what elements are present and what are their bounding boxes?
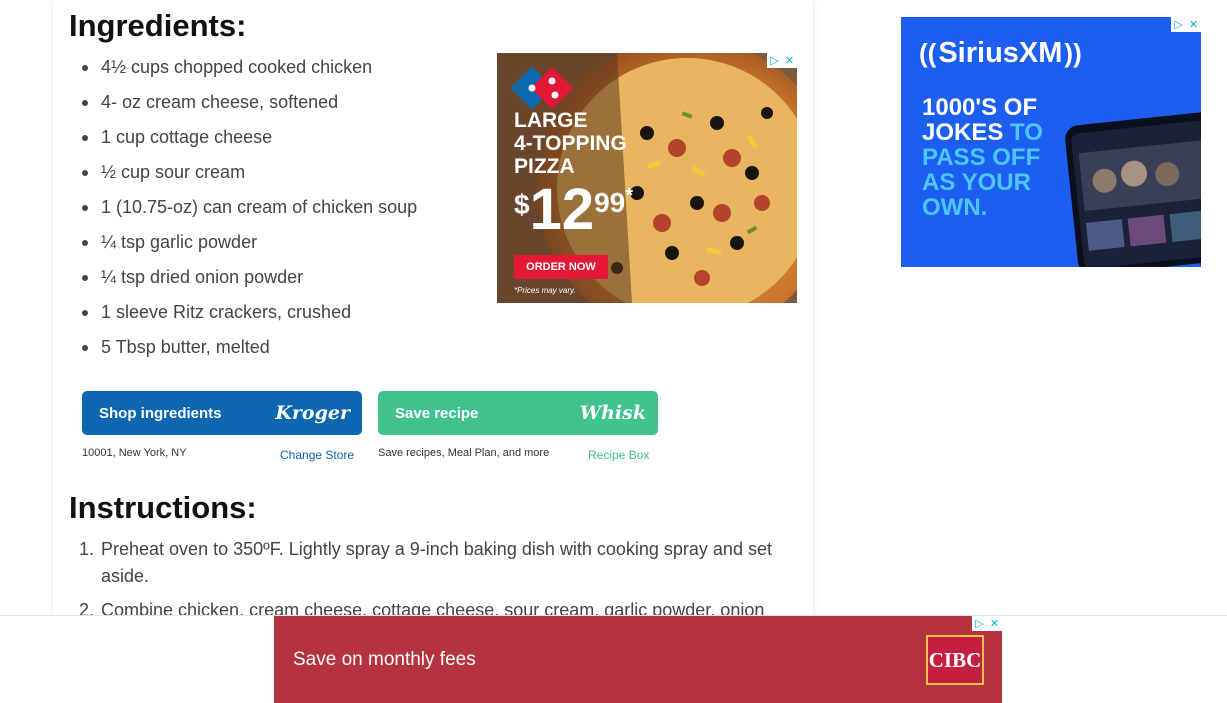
ad-choices-badge[interactable]: ▷ ✕ xyxy=(767,53,797,68)
change-store-link[interactable]: Change Store xyxy=(280,448,354,462)
price-dollar: $ xyxy=(514,189,530,220)
step-number: 1. xyxy=(79,539,95,559)
price-cents: 99 xyxy=(594,187,626,218)
shop-ingredients-button[interactable]: Shop ingredients Kroger xyxy=(82,391,362,435)
save-recipe-button[interactable]: Save recipe Whisk xyxy=(378,391,658,435)
ad-choices-icon[interactable]: ▷ xyxy=(767,53,782,68)
cibc-ad-text: Save on monthly fees xyxy=(293,649,476,670)
ad-choices-badge[interactable]: ▷ ✕ xyxy=(1171,17,1201,32)
pizza-ad[interactable]: LARGE 4-TOPPING PIZZA $ 12 99 * ORDER NO… xyxy=(497,53,797,303)
kroger-logo: Kroger xyxy=(275,402,350,424)
signal-right-icon: )) xyxy=(1064,38,1082,68)
pizza-line-2: 4-TOPPING xyxy=(514,132,627,155)
ingredient-item: ¼ tsp garlic powder xyxy=(82,225,481,260)
pizza-line-3: PIZZA xyxy=(514,155,575,178)
sirius-line-5: OWN. xyxy=(922,194,988,221)
shop-ingredients-label: Shop ingredients xyxy=(99,404,222,422)
ingredient-item: ¼ tsp dried onion powder xyxy=(82,260,481,295)
sirius-line-3: PASS OFF xyxy=(922,144,1041,171)
ingredient-item: 4- oz cream cheese, softened xyxy=(82,85,481,120)
step-text: Preheat oven to 350ºF. Lightly spray a 9… xyxy=(101,539,772,586)
recipe-card: Ingredients: 4½ cups chopped cooked chic… xyxy=(53,0,813,703)
pizza-fine-print: *Prices may vary. xyxy=(514,286,576,295)
price-main: 12 xyxy=(529,177,595,242)
ad-choices-icon[interactable]: ▷ xyxy=(972,616,987,631)
instructions-heading: Instructions: xyxy=(69,490,257,525)
pizza-price: $ 12 99 * xyxy=(514,181,633,239)
order-now-button[interactable]: ORDER NOW xyxy=(514,255,608,279)
ad-choices-badge[interactable]: ▷ ✕ xyxy=(972,616,1002,631)
ingredient-item: 1 cup cottage cheese xyxy=(82,120,481,155)
siriusxm-ad[interactable]: (( SiriusXM )) 1000'S OF JOKES TO PASS O… xyxy=(901,17,1201,267)
recipe-box-link[interactable]: Recipe Box xyxy=(588,448,649,462)
save-note: Save recipes, Meal Plan, and more xyxy=(378,447,550,459)
save-recipe-label: Save recipe xyxy=(395,404,479,422)
ingredients-list: 4½ cups chopped cooked chicken 4- oz cre… xyxy=(82,50,481,365)
ad-close-icon[interactable]: ✕ xyxy=(782,53,797,68)
store-location: 10001, New York, NY xyxy=(82,447,187,459)
signal-left-icon: (( xyxy=(919,38,937,68)
sirius-line-4: AS YOUR xyxy=(922,169,1031,196)
ingredients-heading: Ingredients: xyxy=(69,8,247,43)
pizza-line-1: LARGE xyxy=(514,109,588,132)
pizza-ad-text: LARGE 4-TOPPING PIZZA xyxy=(514,109,627,178)
ingredient-item: 4½ cups chopped cooked chicken xyxy=(82,50,481,85)
siriusxm-headline: 1000'S OF JOKES TO PASS OFF AS YOUR OWN. xyxy=(922,95,1043,220)
price-star: * xyxy=(625,185,634,207)
ingredient-item: ½ cup sour cream xyxy=(82,155,481,190)
ingredient-item: 1 sleeve Ritz crackers, crushed xyxy=(82,295,481,330)
sirius-jokes: JOKES xyxy=(922,119,1004,146)
cibc-logo: CIBC xyxy=(926,635,984,685)
cibc-ad[interactable]: Save on monthly fees CIBC ▷ ✕ xyxy=(274,616,1002,703)
siriusxm-logo: (( SiriusXM )) xyxy=(919,37,1082,70)
ad-close-icon[interactable]: ✕ xyxy=(987,616,1002,631)
ingredient-item: 5 Tbsp butter, melted xyxy=(82,330,481,365)
sirius-line-1: 1000'S OF xyxy=(922,94,1038,121)
ingredient-item: 1 (10.75-oz) can cream of chicken soup xyxy=(82,190,481,225)
sirius-line-2: JOKES TO xyxy=(922,120,1043,145)
siriusxm-brand: SiriusXM xyxy=(938,37,1063,69)
ad-close-icon[interactable]: ✕ xyxy=(1186,17,1201,32)
ad-choices-icon[interactable]: ▷ xyxy=(1171,17,1186,32)
whisk-logo: Whisk xyxy=(579,402,646,424)
sirius-to: TO xyxy=(1010,119,1043,146)
instruction-step: 1. Preheat oven to 350ºF. Lightly spray … xyxy=(79,536,791,590)
